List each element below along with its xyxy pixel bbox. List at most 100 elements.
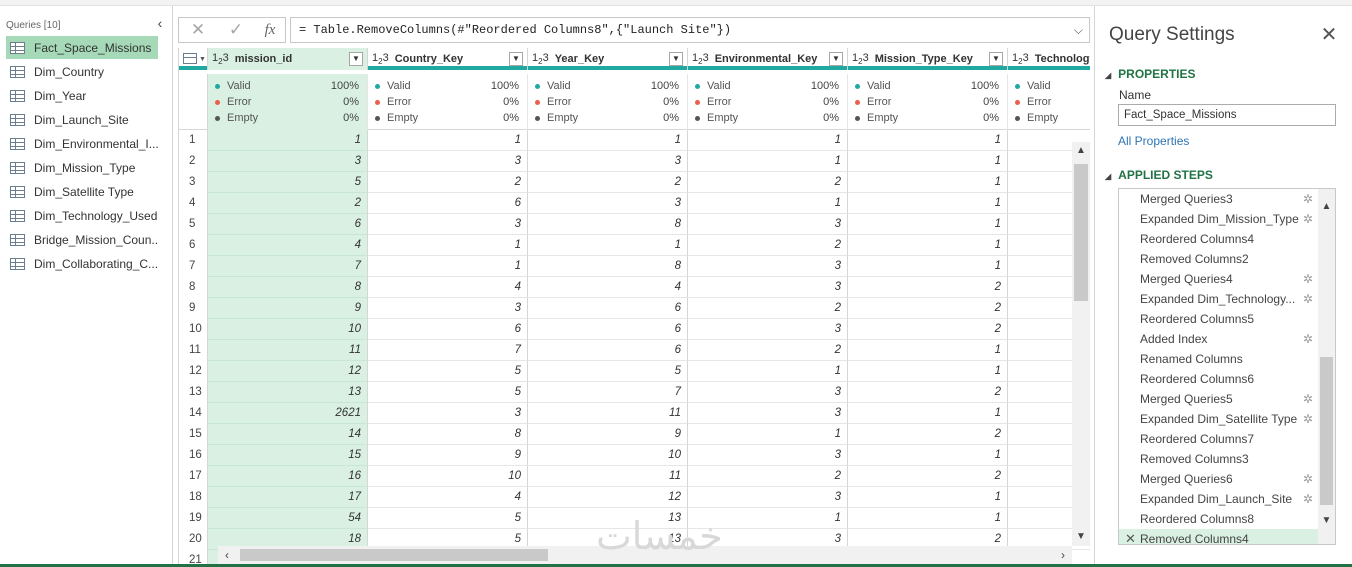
table-cell[interactable]: 17 bbox=[208, 487, 368, 508]
table-cell[interactable]: 1 bbox=[848, 508, 1008, 529]
table-menu-button[interactable]: ▼ bbox=[179, 48, 208, 70]
table-cell[interactable]: 2 bbox=[848, 319, 1008, 340]
expand-formula-icon[interactable]: ⌵ bbox=[1074, 18, 1083, 42]
applied-step[interactable]: Merged Queries5 ✲ bbox=[1119, 389, 1319, 409]
row-number[interactable]: 1 bbox=[179, 130, 208, 151]
row-number[interactable]: 7 bbox=[179, 256, 208, 277]
query-item[interactable]: Fact_Space_Missions bbox=[6, 36, 158, 59]
row-number[interactable]: 11 bbox=[179, 340, 208, 361]
steps-scroll-up-icon[interactable]: ▲ bbox=[1318, 201, 1335, 212]
row-number[interactable]: 20 bbox=[179, 529, 208, 550]
column-header[interactable]: 123 Mission_Type_Key ▼ bbox=[848, 48, 1008, 70]
table-cell[interactable]: 7 bbox=[528, 382, 688, 403]
table-cell[interactable]: 4 bbox=[368, 487, 528, 508]
gear-icon[interactable]: ✲ bbox=[1303, 489, 1313, 509]
table-cell[interactable]: 3 bbox=[688, 487, 848, 508]
gear-icon[interactable]: ✲ bbox=[1303, 469, 1313, 489]
steps-scroll-thumb[interactable] bbox=[1320, 357, 1333, 505]
query-item[interactable]: Dim_Year bbox=[6, 84, 158, 107]
table-cell[interactable]: 2621 bbox=[208, 403, 368, 424]
table-cell[interactable]: 1 bbox=[848, 235, 1008, 256]
table-cell[interactable]: 9 bbox=[208, 298, 368, 319]
grid-vertical-scroll-thumb[interactable] bbox=[1074, 164, 1088, 301]
column-header[interactable]: 123 mission_id ▼ bbox=[208, 48, 368, 70]
table-cell[interactable]: 3 bbox=[688, 214, 848, 235]
table-cell[interactable]: 2 bbox=[688, 235, 848, 256]
table-cell[interactable]: 3 bbox=[368, 298, 528, 319]
table-cell[interactable]: 12 bbox=[528, 487, 688, 508]
table-cell[interactable]: 10 bbox=[368, 466, 528, 487]
table-cell[interactable]: 1 bbox=[848, 151, 1008, 172]
table-cell[interactable]: 3 bbox=[368, 151, 528, 172]
applied-step[interactable]: Renamed Columns bbox=[1119, 349, 1319, 369]
table-cell[interactable]: 1 bbox=[848, 445, 1008, 466]
gear-icon[interactable]: ✲ bbox=[1303, 389, 1313, 409]
steps-scrollbar[interactable]: ▲ ▼ bbox=[1318, 189, 1335, 544]
applied-step[interactable]: ✕ Removed Columns4 bbox=[1119, 529, 1319, 544]
table-cell[interactable]: 3 bbox=[528, 151, 688, 172]
applied-step[interactable]: Added Index ✲ bbox=[1119, 329, 1319, 349]
table-cell[interactable]: 3 bbox=[688, 445, 848, 466]
gear-icon[interactable]: ✲ bbox=[1303, 289, 1313, 309]
applied-step[interactable]: Expanded Dim_Satellite Type ✲ bbox=[1119, 409, 1319, 429]
column-header[interactable]: 123 Country_Key ▼ bbox=[368, 48, 528, 70]
table-cell[interactable]: 3 bbox=[688, 256, 848, 277]
scroll-right-icon[interactable]: › bbox=[1054, 546, 1072, 564]
row-number[interactable]: 10 bbox=[179, 319, 208, 340]
table-cell[interactable]: 2 bbox=[368, 172, 528, 193]
applied-step[interactable]: Reordered Columns4 bbox=[1119, 229, 1319, 249]
table-cell[interactable]: 2 bbox=[688, 298, 848, 319]
gear-icon[interactable]: ✲ bbox=[1303, 329, 1313, 349]
table-cell[interactable]: 1 bbox=[368, 130, 528, 151]
table-cell[interactable]: 1 bbox=[848, 214, 1008, 235]
applied-step[interactable]: Removed Columns2 bbox=[1119, 249, 1319, 269]
applied-step[interactable]: Expanded Dim_Technology... ✲ bbox=[1119, 289, 1319, 309]
table-cell[interactable]: 11 bbox=[528, 403, 688, 424]
row-number[interactable]: 4 bbox=[179, 193, 208, 214]
gear-icon[interactable]: ✲ bbox=[1303, 269, 1313, 289]
filter-dropdown-icon[interactable]: ▼ bbox=[669, 52, 683, 66]
whole-number-type-icon[interactable]: 123 bbox=[212, 52, 229, 66]
table-cell[interactable]: 1 bbox=[528, 130, 688, 151]
table-cell[interactable]: 2 bbox=[688, 340, 848, 361]
table-cell[interactable]: 1 bbox=[848, 256, 1008, 277]
row-number[interactable]: 2 bbox=[179, 151, 208, 172]
query-item[interactable]: Dim_Launch_Site bbox=[6, 108, 158, 131]
table-cell[interactable]: 2 bbox=[208, 193, 368, 214]
table-cell[interactable]: 1 bbox=[368, 256, 528, 277]
applied-step[interactable]: Merged Queries3 ✲ bbox=[1119, 189, 1319, 209]
table-cell[interactable]: 3 bbox=[208, 151, 368, 172]
filter-dropdown-icon[interactable]: ▼ bbox=[989, 52, 1003, 66]
table-cell[interactable]: 3 bbox=[688, 403, 848, 424]
applied-step[interactable]: Reordered Columns5 bbox=[1119, 309, 1319, 329]
table-cell[interactable]: 1 bbox=[688, 130, 848, 151]
table-cell[interactable]: 1 bbox=[848, 172, 1008, 193]
applied-step[interactable]: Reordered Columns8 bbox=[1119, 509, 1319, 529]
table-cell[interactable]: 8 bbox=[528, 214, 688, 235]
table-cell[interactable]: 2 bbox=[848, 424, 1008, 445]
query-item[interactable]: Dim_Country bbox=[6, 60, 158, 83]
collapse-queries-icon[interactable]: ‹ bbox=[154, 15, 166, 31]
table-cell[interactable]: 5 bbox=[368, 361, 528, 382]
table-cell[interactable]: 1 bbox=[848, 130, 1008, 151]
table-cell[interactable]: 1 bbox=[688, 151, 848, 172]
table-cell[interactable]: 11 bbox=[208, 340, 368, 361]
whole-number-type-icon[interactable]: 123 bbox=[532, 52, 549, 66]
table-cell[interactable]: 1 bbox=[848, 193, 1008, 214]
table-cell[interactable]: 1 bbox=[688, 193, 848, 214]
grid-horizontal-scroll-thumb[interactable] bbox=[240, 549, 548, 561]
row-number[interactable]: 5 bbox=[179, 214, 208, 235]
filter-dropdown-icon[interactable]: ▼ bbox=[829, 52, 843, 66]
table-cell[interactable]: 4 bbox=[528, 277, 688, 298]
column-header[interactable]: 123 Technology_... bbox=[1008, 48, 1090, 70]
whole-number-type-icon[interactable]: 123 bbox=[852, 52, 869, 66]
insert-function-icon[interactable]: fx bbox=[257, 20, 283, 40]
properties-section-title[interactable]: ◢ PROPERTIES bbox=[1105, 67, 1196, 81]
table-cell[interactable]: 1 bbox=[848, 340, 1008, 361]
delete-step-icon[interactable]: ✕ bbox=[1125, 529, 1136, 544]
column-header[interactable]: 123 Year_Key ▼ bbox=[528, 48, 688, 70]
applied-step[interactable]: Merged Queries6 ✲ bbox=[1119, 469, 1319, 489]
table-cell[interactable]: 5 bbox=[528, 361, 688, 382]
gear-icon[interactable]: ✲ bbox=[1303, 409, 1313, 429]
filter-dropdown-icon[interactable]: ▼ bbox=[349, 52, 363, 66]
